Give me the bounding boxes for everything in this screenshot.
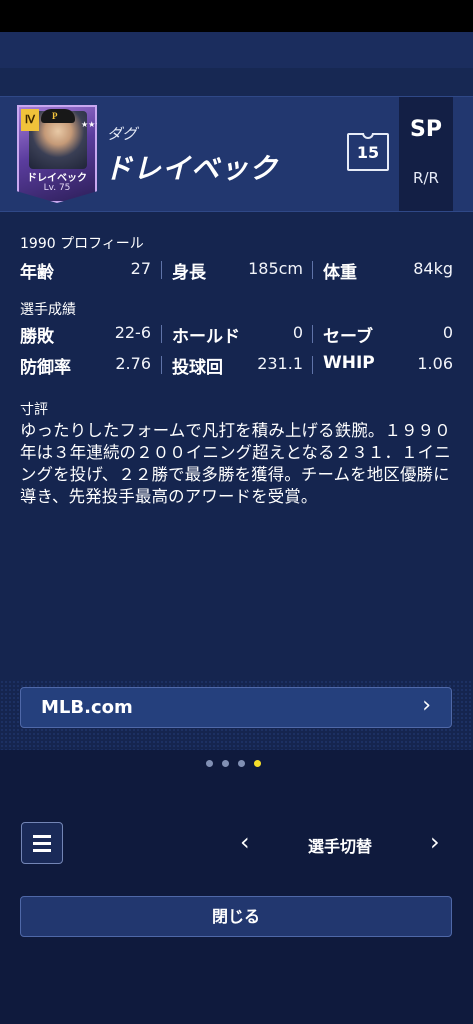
stat-weight: 体重 84kg: [323, 256, 453, 283]
stat-label: 防御率: [20, 358, 71, 378]
stats-section-label: 選手成績: [20, 302, 76, 318]
stats-row: 防御率 2.76 投球回 231.1 WHIP 1.06: [20, 351, 453, 378]
stat-value: 1.06: [417, 354, 453, 373]
team-logo: P: [52, 111, 58, 121]
stat-era: 防御率 2.76: [20, 351, 151, 378]
star-rating: ★★★★★★: [81, 120, 125, 129]
divider: [312, 325, 313, 343]
stat-label: WHIP: [323, 353, 375, 373]
stats-row: 勝敗 22-6 ホールド 0 セーブ 0: [20, 320, 453, 347]
stat-saves: セーブ 0: [323, 320, 453, 347]
page-dot-active[interactable]: [254, 760, 261, 767]
stat-label: 投球回: [172, 358, 223, 378]
stat-value: 27: [130, 259, 151, 278]
mlb-link-label: MLB.com: [41, 697, 133, 718]
card-level: Lv. 75: [43, 183, 71, 193]
stat-label: セーブ: [323, 327, 373, 347]
stat-label: 体重: [323, 263, 357, 283]
stat-value: 0: [442, 323, 453, 342]
divider: [161, 356, 162, 374]
previous-player-button[interactable]: ‹: [240, 828, 250, 856]
page-dot[interactable]: [238, 760, 245, 767]
stat-label: ホールド: [172, 327, 240, 347]
stat-label: 勝敗: [20, 327, 54, 347]
footer-area: [0, 750, 473, 1024]
profile-row: 年齢 27 身長 185cm 体重 84kg: [20, 256, 453, 283]
chevron-right-icon: ›: [422, 693, 431, 718]
menu-icon: [33, 834, 51, 838]
divider: [161, 325, 162, 343]
page-dot[interactable]: [206, 760, 213, 767]
divider: [312, 356, 313, 374]
close-button[interactable]: 閉じる: [20, 896, 452, 937]
jersey-number-icon: 15: [347, 133, 389, 171]
top-band-secondary: [0, 68, 473, 96]
jersey-collar: [362, 133, 374, 139]
stat-height: 身長 185cm: [172, 256, 303, 283]
stat-value: 2.76: [115, 354, 151, 373]
menu-button[interactable]: [21, 822, 63, 864]
mlb-link-button[interactable]: MLB.com ›: [20, 687, 452, 728]
handedness-label: R/R: [413, 169, 439, 187]
rank-badge: Ⅳ: [21, 109, 39, 131]
stat-value: 0: [292, 323, 303, 342]
stat-label: 年齢: [20, 263, 54, 283]
stat-innings: 投球回 231.1: [172, 351, 303, 378]
status-bar: [0, 0, 473, 32]
stat-value: 185cm: [248, 259, 303, 278]
position-label: SP: [410, 117, 442, 142]
comment-text: ゆったりしたフォームで凡打を積み上げる鉄腕。１９９０年は３年連続の２００イニング…: [20, 421, 451, 506]
player-first-name: ダグ: [107, 125, 138, 143]
stat-value: 84kg: [413, 259, 453, 278]
jersey-number: 15: [356, 142, 380, 162]
page-indicator: [206, 760, 261, 768]
profile-section-label: 1990 プロフィール: [20, 236, 144, 252]
menu-icon: [33, 848, 51, 852]
cap-icon: [41, 109, 75, 123]
page-dot[interactable]: [222, 760, 229, 767]
card-player-name: ドレイベック: [27, 173, 87, 184]
next-player-button[interactable]: ›: [430, 828, 440, 856]
player-last-name: ドレイベック: [104, 152, 279, 185]
stat-win-loss: 勝敗 22-6: [20, 320, 151, 347]
player-card: P Ⅳ ★★★★★★ ドレイベック Lv. 75: [17, 105, 97, 203]
stat-age: 年齢 27: [20, 256, 151, 283]
player-header: P Ⅳ ★★★★★★ ドレイベック Lv. 75 ダグ ドレイベック 15 SP…: [0, 96, 473, 212]
stat-value: 231.1: [257, 354, 303, 373]
stat-holds: ホールド 0: [172, 320, 303, 347]
menu-icon: [33, 841, 51, 845]
stat-whip: WHIP 1.06: [323, 351, 453, 377]
player-switch-label: 選手切替: [308, 837, 373, 856]
stat-value: 22-6: [114, 323, 151, 342]
comment-label: 寸評: [20, 402, 48, 418]
stat-label: 身長: [172, 263, 206, 283]
position-panel: SP R/R: [399, 97, 453, 211]
top-band: [0, 32, 473, 68]
divider: [161, 261, 162, 279]
divider: [312, 261, 313, 279]
